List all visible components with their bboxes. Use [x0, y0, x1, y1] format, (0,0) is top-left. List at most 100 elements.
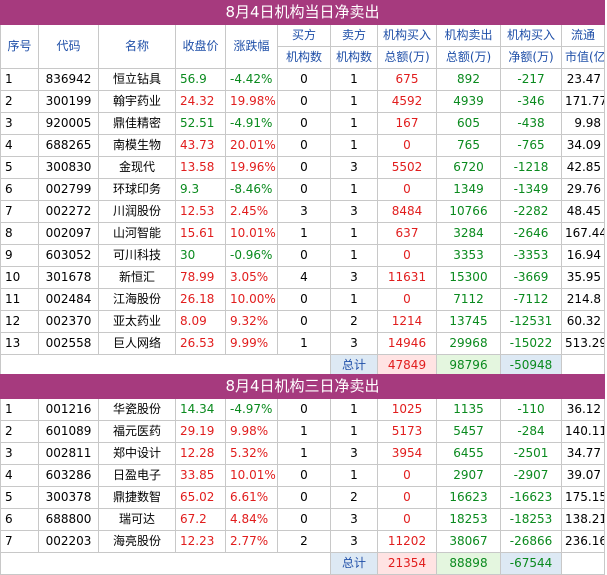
seller-count: 1 [330, 244, 378, 267]
stock-code: 002558 [38, 332, 99, 355]
buyer-count: 0 [277, 178, 331, 201]
stock-name: 鼎佳精密 [98, 112, 176, 135]
inst-sell-total: 18253 [436, 508, 501, 531]
row-index: 9 [0, 244, 39, 267]
change-pct: 9.99% [225, 332, 278, 355]
subheader-buy-total: 总额(万) [377, 46, 437, 69]
buyer-count: 1 [277, 222, 331, 245]
table-row: 13 002558 巨人网络 26.53 9.99% 1 3 14946 29968 -15022… [0, 332, 606, 355]
inst-net: -12531 [500, 310, 562, 333]
inst-buy-total: 637 [377, 222, 437, 245]
inst-net: -16623 [500, 486, 562, 509]
market-cap: 39.07 [560, 464, 606, 487]
row-index: 5 [0, 486, 39, 509]
buyer-count: 1 [277, 442, 331, 465]
seller-count: 1 [330, 288, 378, 311]
header-inst-net: 机构买入 [500, 24, 562, 47]
seller-count: 1 [330, 134, 378, 157]
market-cap: 34.77 [560, 442, 606, 465]
change-pct: -4.91% [225, 112, 278, 135]
inst-buy-total: 0 [377, 508, 437, 531]
inst-sell-total: 10766 [436, 200, 501, 223]
table-row: 6 688800 瑞可达 67.2 4.84% 0 3 0 18253 -18253 138.21 [0, 508, 606, 531]
table-row: 2 300199 翰宇药业 24.32 19.98% 0 1 4592 4939 -346 171.… [0, 90, 606, 113]
stock-code: 301678 [38, 266, 99, 289]
inst-sell-total: 5457 [436, 420, 501, 443]
stock-code: 603052 [38, 244, 99, 267]
close-price: 24.32 [175, 90, 226, 113]
seller-count: 3 [330, 266, 378, 289]
stock-name: 华瓷股份 [98, 398, 176, 421]
market-cap: 60.32 [560, 310, 606, 333]
stock-name: 恒立钻具 [98, 68, 176, 91]
market-cap: 171.77 [560, 90, 606, 113]
market-cap: 36.12 [560, 398, 606, 421]
inst-net: -1349 [500, 178, 562, 201]
market-cap: 9.98 [560, 112, 606, 135]
market-cap: 214.8 [560, 288, 606, 311]
subheader-buyer-count: 机构数 [277, 46, 331, 69]
seller-count: 1 [330, 112, 378, 135]
buyer-count: 2 [277, 530, 331, 553]
table-row: 2 601089 福元医药 29.19 9.98% 1 1 5173 5457 -284 140.1… [0, 420, 606, 443]
row-index: 4 [0, 464, 39, 487]
close-price: 12.53 [175, 200, 226, 223]
inst-sell-total: 4939 [436, 90, 501, 113]
stock-name: 金现代 [98, 156, 176, 179]
buyer-count: 0 [277, 508, 331, 531]
buyer-count: 0 [277, 112, 331, 135]
table-row: 10 301678 新恒汇 78.99 3.05% 4 3 11631 15300 -3669 35… [0, 266, 606, 289]
stock-name: 新恒汇 [98, 266, 176, 289]
stock-code: 836942 [38, 68, 99, 91]
inst-net: -2282 [500, 200, 562, 223]
row-index: 13 [0, 332, 39, 355]
market-cap: 35.95 [560, 266, 606, 289]
stock-code: 300378 [38, 486, 99, 509]
market-cap: 23.47 [560, 68, 606, 91]
buyer-count: 0 [277, 288, 331, 311]
table-row: 9 603052 可川科技 30 -0.96% 0 1 0 3353 -3353 16.94 [0, 244, 606, 267]
close-price: 8.09 [175, 310, 226, 333]
table-row: 12 002370 亚太药业 8.09 9.32% 0 2 1214 13745 -12531 60… [0, 310, 606, 333]
seller-count: 3 [330, 442, 378, 465]
stock-code: 002097 [38, 222, 99, 245]
change-pct: 3.05% [225, 266, 278, 289]
buyer-count: 0 [277, 464, 331, 487]
subheader-market-cap: 市值(亿) [560, 46, 606, 69]
inst-buy-total: 1025 [377, 398, 437, 421]
inst-buy-total: 0 [377, 134, 437, 157]
change-pct: 19.96% [225, 156, 278, 179]
buyer-count: 0 [277, 486, 331, 509]
row-index: 6 [0, 508, 39, 531]
stock-name: 亚太药业 [98, 310, 176, 333]
subheader-seller-count: 机构数 [330, 46, 378, 69]
inst-buy-total: 0 [377, 178, 437, 201]
change-pct: 9.98% [225, 420, 278, 443]
inst-net: -765 [500, 134, 562, 157]
total-label: 总计 [330, 552, 378, 575]
stock-name: 鼎捷数智 [98, 486, 176, 509]
inst-net: -3669 [500, 266, 562, 289]
stock-code: 001216 [38, 398, 99, 421]
change-pct: 4.84% [225, 508, 278, 531]
header-sellers: 卖方 [330, 24, 378, 47]
change-pct: -4.42% [225, 68, 278, 91]
close-price: 33.85 [175, 464, 226, 487]
inst-sell-total: 3353 [436, 244, 501, 267]
row-index: 7 [0, 530, 39, 553]
inst-buy-total: 0 [377, 244, 437, 267]
stock-name: 翰宇药业 [98, 90, 176, 113]
buyer-count: 1 [277, 332, 331, 355]
inst-net: -2907 [500, 464, 562, 487]
market-cap: 513.29 [560, 332, 606, 355]
inst-buy-total: 5173 [377, 420, 437, 443]
change-pct: -4.97% [225, 398, 278, 421]
change-pct: 20.01% [225, 134, 278, 157]
inst-buy-total: 1214 [377, 310, 437, 333]
close-price: 30 [175, 244, 226, 267]
change-pct: 19.98% [225, 90, 278, 113]
inst-buy-total: 675 [377, 68, 437, 91]
subheader-sell-total: 总额(万) [436, 46, 501, 69]
row-index: 12 [0, 310, 39, 333]
stock-code: 601089 [38, 420, 99, 443]
